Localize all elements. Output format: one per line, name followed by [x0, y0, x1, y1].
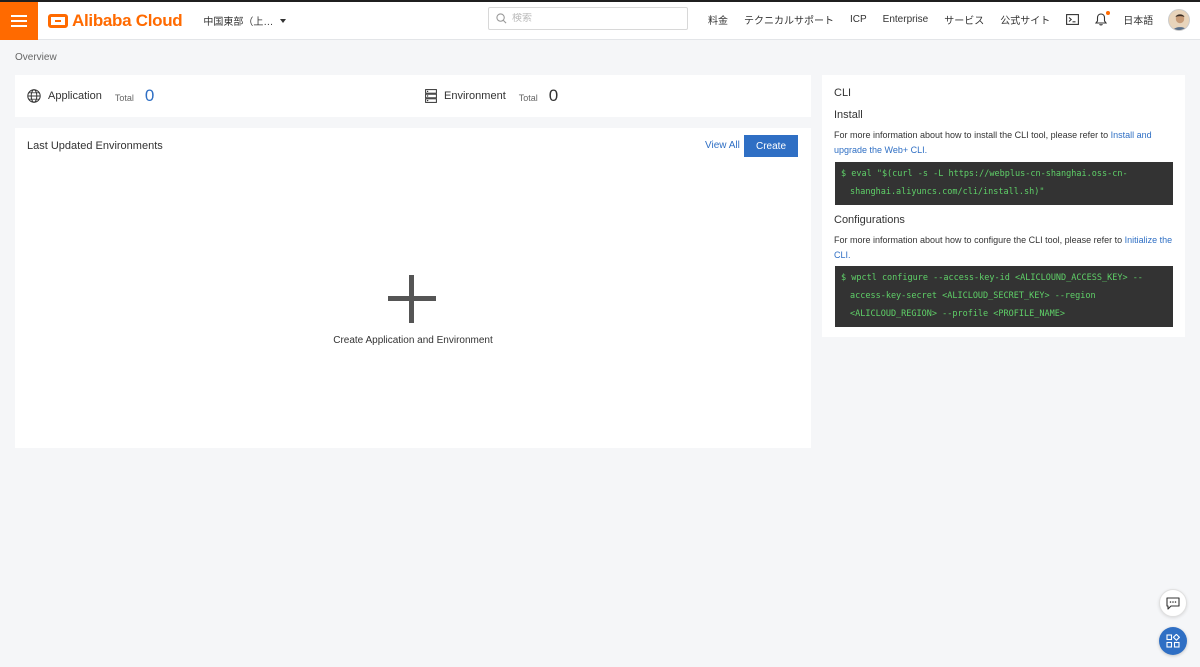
application-label: Application [48, 90, 102, 102]
configurations-heading: Configurations [834, 214, 905, 226]
globe-icon [27, 89, 41, 103]
breadcrumb[interactable]: Overview [15, 52, 57, 63]
code-line: access-key-secret <ALICLOUD_SECRET_KEY> … [850, 291, 1096, 301]
cli-title: CLI [834, 87, 852, 99]
alibaba-cloud-logo[interactable]: Alibaba Cloud [48, 2, 183, 40]
view-all-link[interactable]: View All [705, 140, 740, 151]
logo-icon [48, 13, 68, 28]
environment-stat[interactable]: Environment Total 0 [425, 75, 558, 117]
caret-down-icon [280, 18, 287, 23]
environment-total-label: Total [518, 92, 538, 103]
install-text: For more information about how to instal… [834, 128, 1174, 158]
code-line: $ eval "$(curl -s -L https://webplus-cn-… [841, 169, 1128, 179]
nav-pricing[interactable]: 料金 [708, 12, 728, 27]
top-nav: 料金 テクニカルサポート ICP Enterprise サービス 公式サイト 日… [700, 0, 1161, 38]
notification-dot [1106, 10, 1111, 15]
configurations-text: For more information about how to config… [834, 233, 1174, 263]
search-icon [496, 13, 507, 24]
install-heading: Install [834, 109, 863, 121]
environments-panel: Last Updated Environments View All Creat… [15, 128, 811, 448]
install-code-block[interactable]: $ eval "$(curl -s -L https://webplus-cn-… [835, 162, 1173, 205]
panel-title: Last Updated Environments [27, 140, 163, 152]
install-description: For more information about how to instal… [834, 130, 1111, 140]
code-line: shanghai.aliyuncs.com/cli/install.sh)" [850, 187, 1045, 197]
nav-official-site[interactable]: 公式サイト [1000, 12, 1050, 27]
terminal-icon[interactable] [1066, 13, 1080, 25]
language-selector[interactable]: 日本語 [1123, 12, 1153, 27]
region-selector[interactable]: 中国東部（上… [203, 13, 287, 28]
cli-panel: CLI Install For more information about h… [822, 75, 1185, 337]
application-total-label: Total [114, 92, 134, 103]
server-icon [425, 89, 437, 103]
create-app-env-label[interactable]: Create Application and Environment [15, 335, 811, 346]
configurations-description: For more information about how to config… [834, 235, 1125, 245]
nav-icp[interactable]: ICP [850, 14, 867, 25]
bell-icon[interactable] [1095, 10, 1111, 26]
environment-count[interactable]: 0 [549, 86, 558, 106]
plus-icon[interactable] [388, 275, 436, 323]
nav-services[interactable]: サービス [944, 12, 984, 27]
chat-icon[interactable] [1159, 589, 1187, 617]
search-input[interactable] [512, 13, 672, 24]
avatar[interactable] [1168, 9, 1190, 31]
code-line: $ wpctl configure --access-key-id <ALICL… [841, 273, 1143, 283]
region-label: 中国東部（上… [203, 17, 274, 28]
nav-enterprise[interactable]: Enterprise [883, 14, 929, 25]
nav-tech-support[interactable]: テクニカルサポート [744, 12, 834, 27]
environment-label: Environment [444, 90, 506, 102]
create-button[interactable]: Create [744, 135, 798, 157]
search-box[interactable] [488, 7, 688, 30]
logo-text: Alibaba Cloud [72, 10, 183, 30]
menu-icon[interactable] [0, 1, 38, 40]
apps-icon[interactable] [1159, 627, 1187, 655]
application-stat[interactable]: Application Total 0 [27, 75, 154, 117]
code-line: <ALICLOUD_REGION> --profile <PROFILE_NAM… [850, 309, 1065, 319]
configure-code-block[interactable]: $ wpctl configure --access-key-id <ALICL… [835, 266, 1173, 327]
stats-card: Application Total 0 Environment Total 0 [15, 75, 811, 117]
application-count[interactable]: 0 [145, 86, 154, 106]
